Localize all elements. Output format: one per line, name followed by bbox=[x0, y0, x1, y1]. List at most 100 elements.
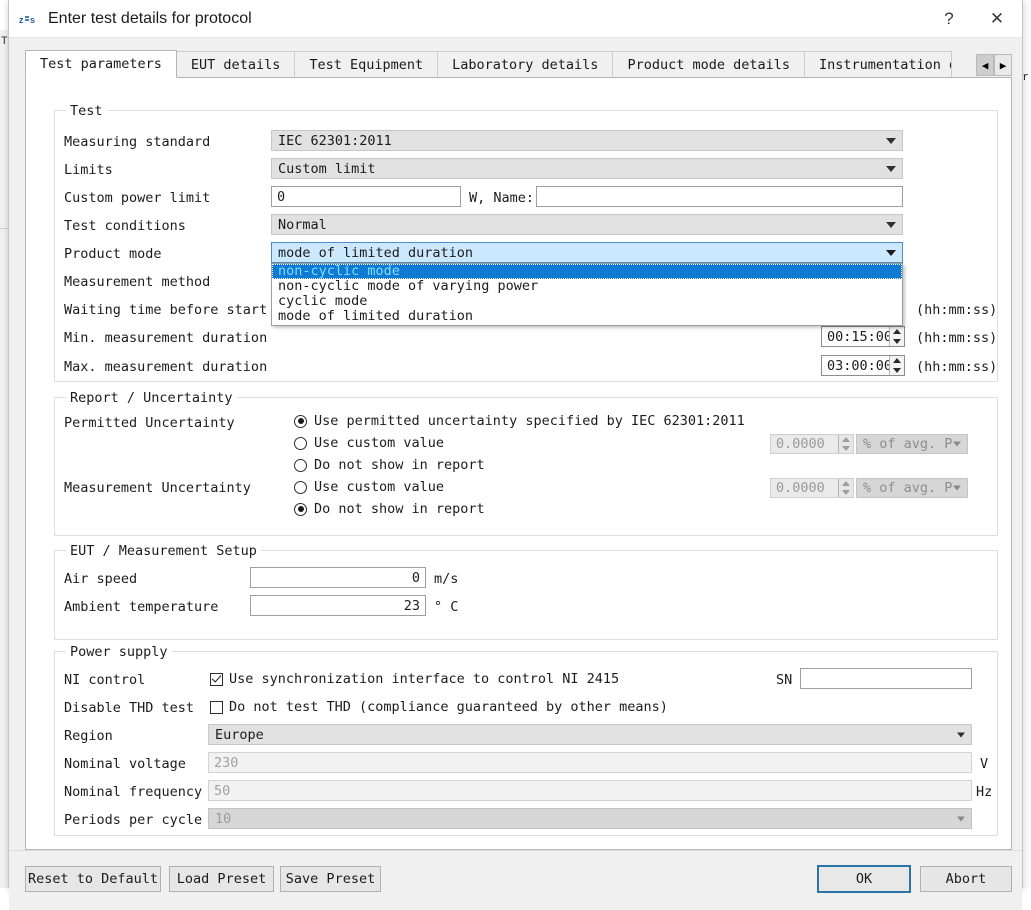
spinner-down-icon[interactable] bbox=[839, 488, 853, 497]
tab-test-equipment[interactable]: Test Equipment bbox=[294, 51, 438, 77]
input-air-speed[interactable]: 0 bbox=[250, 567, 426, 588]
checkbox-disable-thd[interactable]: Do not test THD (compliance guaranteed b… bbox=[210, 699, 668, 715]
tab-bar: Test parameters EUT details Test Equipme… bbox=[25, 50, 1012, 78]
input-custom-limit-name[interactable] bbox=[536, 186, 903, 207]
chevron-down-icon bbox=[957, 816, 965, 821]
spinner-permitted-custom-value-text: 0.0000 bbox=[776, 436, 825, 452]
radio-permitted-use-custom[interactable]: Use custom value bbox=[294, 435, 444, 451]
tab-label: Laboratory details bbox=[452, 57, 598, 73]
dialog-titlebar: z s Enter test details for protocol ? ✕ bbox=[9, 0, 1022, 38]
tab-instrumentation-details[interactable]: Instrumentation deta bbox=[804, 51, 952, 77]
tab-label: EUT details bbox=[191, 57, 280, 73]
label-disable-thd-test: Disable THD test bbox=[64, 700, 194, 716]
chevron-down-icon bbox=[957, 732, 965, 737]
spinner-up-icon[interactable] bbox=[890, 327, 904, 337]
label-product-mode: Product mode bbox=[64, 246, 162, 262]
save-preset-button[interactable]: Save Preset bbox=[280, 866, 381, 892]
radio-indicator bbox=[294, 459, 307, 472]
tab-scroll-right-icon[interactable]: ▶ bbox=[994, 54, 1012, 76]
dropdown-option-non-cyclic-mode[interactable]: non-cyclic mode bbox=[272, 264, 902, 279]
radio-indicator bbox=[294, 437, 307, 450]
input-sn[interactable] bbox=[800, 668, 972, 689]
label-region: Region bbox=[64, 728, 113, 744]
tab-product-mode-details[interactable]: Product mode details bbox=[612, 51, 805, 77]
label-max-duration: Max. measurement duration bbox=[64, 359, 267, 375]
dropdown-product-mode-list: non-cyclic mode non-cyclic mode of varyi… bbox=[271, 263, 903, 326]
tab-test-parameters[interactable]: Test parameters bbox=[25, 50, 177, 78]
checkbox-ni-control[interactable]: Use synchronization interface to control… bbox=[210, 671, 619, 687]
radio-indicator bbox=[294, 415, 307, 428]
dropdown-option-mode-of-limited-duration[interactable]: mode of limited duration bbox=[272, 309, 902, 324]
help-button[interactable]: ? bbox=[926, 0, 972, 38]
input-nominal-frequency: 50 bbox=[208, 780, 972, 801]
spinner-up-icon[interactable] bbox=[839, 435, 853, 444]
svg-text:s: s bbox=[30, 15, 35, 25]
spinner-up-icon[interactable] bbox=[839, 479, 853, 488]
combo-periods-per-cycle-value: 10 bbox=[215, 811, 231, 827]
spinner-measurement-custom-value[interactable]: 0.0000 bbox=[770, 478, 854, 498]
input-air-speed-value: 0 bbox=[412, 570, 420, 586]
radio-permitted-do-not-show[interactable]: Do not show in report bbox=[294, 457, 485, 473]
label-test-conditions: Test conditions bbox=[64, 218, 186, 234]
chevron-down-icon bbox=[886, 138, 896, 144]
spinner-max-duration[interactable]: 03:00:00 bbox=[821, 355, 905, 376]
spinner-permitted-custom-value[interactable]: 0.0000 bbox=[770, 434, 854, 454]
dialog-footer: Reset to Default Load Preset Save Preset… bbox=[9, 850, 1022, 910]
tab-scroll-left-icon[interactable]: ◀ bbox=[976, 54, 994, 76]
input-ambient-temperature[interactable]: 23 bbox=[250, 595, 426, 616]
radio-label: Use custom value bbox=[314, 435, 444, 451]
combo-limits-value: Custom limit bbox=[278, 161, 376, 177]
abort-button[interactable]: Abort bbox=[920, 866, 1012, 892]
combo-product-mode-value: mode of limited duration bbox=[278, 245, 473, 261]
label-limits: Limits bbox=[64, 162, 113, 178]
dropdown-option-non-cyclic-mode-varying-power[interactable]: non-cyclic mode of varying power bbox=[272, 279, 902, 294]
combo-product-mode[interactable]: mode of limited duration bbox=[271, 242, 903, 263]
input-custom-power-limit[interactable]: 0 bbox=[271, 186, 461, 207]
tab-label: Test Equipment bbox=[309, 57, 423, 73]
group-power-supply-title: Power supply bbox=[66, 644, 172, 660]
spinner-down-icon[interactable] bbox=[839, 444, 853, 453]
radio-label: Do not show in report bbox=[314, 457, 485, 473]
radio-permitted-use-iec[interactable]: Use permitted uncertainty specified by I… bbox=[294, 413, 745, 429]
label-waiting-time: Waiting time before start bbox=[64, 302, 267, 318]
tab-label: Instrumentation deta bbox=[819, 57, 952, 73]
combo-measurement-custom-unit[interactable]: % of avg. P bbox=[856, 478, 968, 498]
label-waiting-time-format: (hh:mm:ss) bbox=[916, 302, 997, 318]
label-ambient-temperature: Ambient temperature bbox=[64, 599, 218, 615]
group-eut-measurement-setup: EUT / Measurement Setup bbox=[54, 550, 998, 640]
spinner-min-duration[interactable]: 00:15:00 bbox=[821, 326, 905, 347]
close-button[interactable]: ✕ bbox=[972, 0, 1022, 38]
spinner-buttons bbox=[838, 435, 853, 453]
tab-laboratory-details[interactable]: Laboratory details bbox=[437, 51, 613, 77]
combo-permitted-custom-unit[interactable]: % of avg. P bbox=[856, 434, 968, 454]
radio-label: Use custom value bbox=[314, 479, 444, 495]
background-window-left-text: T bbox=[1, 36, 7, 48]
radio-measurement-do-not-show[interactable]: Do not show in report bbox=[294, 501, 485, 517]
chevron-down-icon bbox=[953, 442, 961, 447]
load-preset-button[interactable]: Load Preset bbox=[169, 866, 274, 892]
combo-measuring-standard[interactable]: IEC 62301:2011 bbox=[271, 130, 903, 151]
spinner-up-icon[interactable] bbox=[890, 356, 904, 366]
zes-logo-icon: z s bbox=[19, 12, 39, 26]
spinner-measurement-custom-value-text: 0.0000 bbox=[776, 480, 825, 496]
tab-eut-details[interactable]: EUT details bbox=[176, 51, 295, 77]
test-details-dialog: z s Enter test details for protocol ? ✕ … bbox=[8, 0, 1023, 888]
combo-region[interactable]: Europe bbox=[208, 724, 972, 745]
radio-indicator bbox=[294, 503, 307, 516]
spinner-down-icon[interactable] bbox=[890, 366, 904, 376]
label-custom-power-limit: Custom power limit bbox=[64, 190, 210, 206]
combo-test-conditions[interactable]: Normal bbox=[271, 214, 903, 235]
spinner-down-icon[interactable] bbox=[890, 337, 904, 347]
svg-text:z: z bbox=[19, 15, 24, 25]
radio-measurement-use-custom[interactable]: Use custom value bbox=[294, 479, 444, 495]
combo-limits[interactable]: Custom limit bbox=[271, 158, 903, 179]
label-ni-control: NI control bbox=[64, 672, 145, 688]
label-custom-power-limit-unit: W, Name: bbox=[469, 190, 534, 206]
label-nominal-frequency: Nominal frequency bbox=[64, 784, 202, 800]
chevron-down-icon bbox=[886, 166, 896, 172]
dropdown-option-cyclic-mode[interactable]: cyclic mode bbox=[272, 294, 902, 309]
ok-button[interactable]: OK bbox=[817, 865, 911, 893]
input-ambient-temperature-value: 23 bbox=[404, 598, 420, 614]
reset-to-default-button[interactable]: Reset to Default bbox=[25, 866, 161, 892]
input-custom-power-limit-value: 0 bbox=[277, 189, 285, 205]
